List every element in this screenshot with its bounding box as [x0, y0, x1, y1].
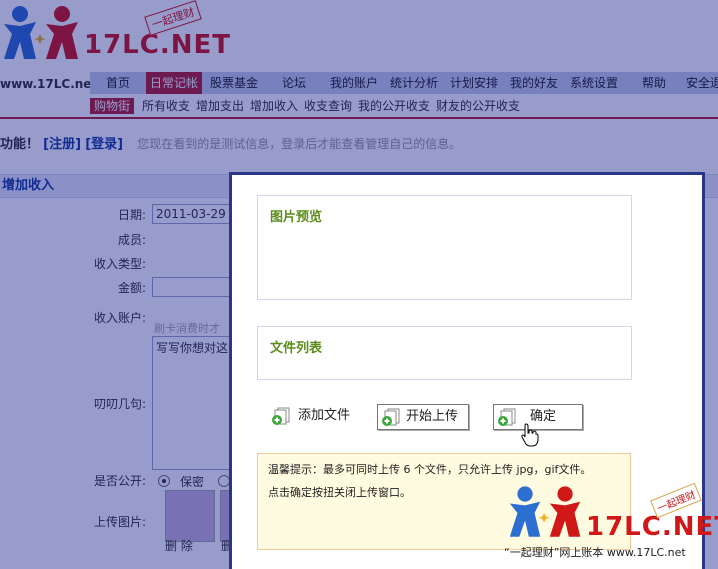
confirm-icon [498, 408, 516, 426]
add-file-icon [272, 407, 290, 425]
file-list-title: 文件列表 [270, 341, 323, 356]
hand-cursor-icon [521, 423, 539, 447]
start-upload-button[interactable]: 开始上传 [377, 404, 469, 430]
watermark-text: 17LC.NET [586, 512, 718, 542]
start-upload-icon [382, 408, 400, 426]
watermark-figures-icon [509, 486, 581, 537]
image-preview-panel: 图片预览 [257, 195, 632, 300]
image-preview-title: 图片预览 [270, 210, 323, 225]
start-upload-label: 开始上传 [406, 409, 459, 424]
file-list-panel: 文件列表 [257, 326, 632, 380]
add-file-button[interactable]: 添加文件 [268, 404, 368, 430]
add-file-label: 添加文件 [298, 408, 351, 423]
watermark-slogan: “一起理财”网上账本 www.17LC.net [504, 546, 686, 559]
watermark-logo: 17LC.NET 一起理财 “一起理财”网上账本 www.17LC.net [500, 477, 718, 569]
